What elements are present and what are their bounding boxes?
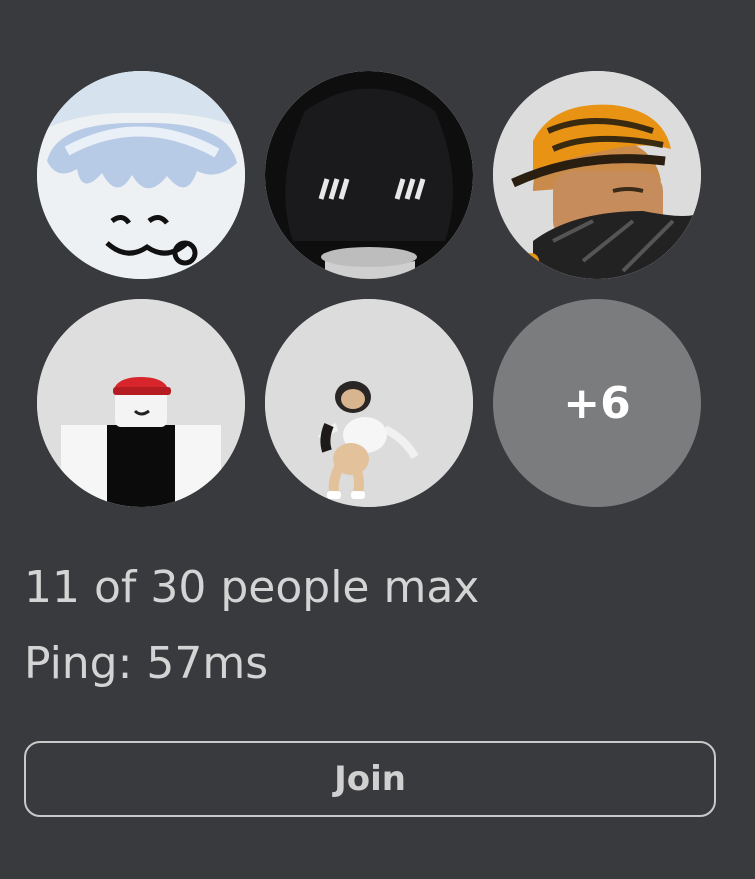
- player-avatar-5[interactable]: [265, 299, 473, 507]
- player-avatar-black-hair-icon: [265, 71, 473, 279]
- player-count-text: 11 of 30 people max: [24, 562, 480, 613]
- player-avatar-3[interactable]: [493, 71, 701, 279]
- server-card: +6 11 of 30 people max Ping: 57ms Join: [0, 0, 755, 879]
- player-avatar-4[interactable]: [37, 299, 245, 507]
- join-button[interactable]: Join: [24, 741, 716, 817]
- ping-text: Ping: 57ms: [24, 638, 269, 689]
- more-players-count: +6: [563, 377, 631, 429]
- player-avatar-1[interactable]: [37, 71, 245, 279]
- player-avatar-dancing-girl-icon: [265, 299, 473, 507]
- more-players-badge[interactable]: +6: [493, 299, 701, 507]
- player-avatar-bandana-hat-icon: [493, 71, 701, 279]
- player-avatar-2[interactable]: [265, 71, 473, 279]
- player-avatar-white-hair-icon: [37, 71, 245, 279]
- player-avatar-red-cap-icon: [37, 299, 245, 507]
